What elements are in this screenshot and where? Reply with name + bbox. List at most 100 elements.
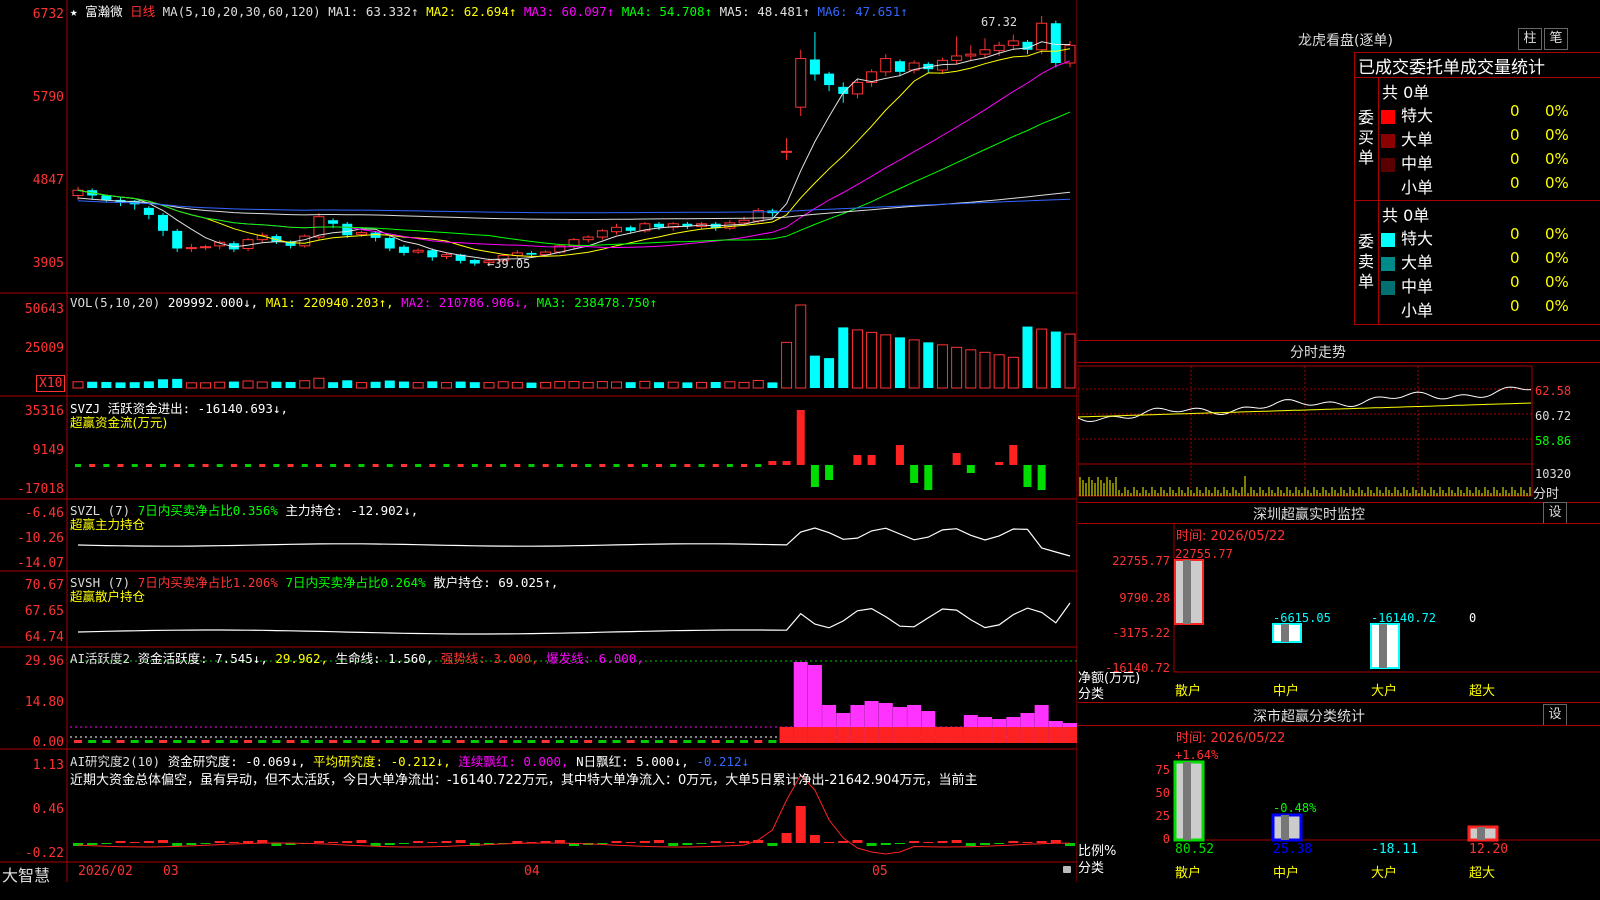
- ai2-bar: [243, 841, 254, 843]
- ai1-bar: [456, 740, 465, 743]
- ai2-bar: [87, 843, 98, 845]
- ai2-bar: [186, 843, 197, 845]
- ai1-bar: [935, 727, 950, 743]
- column-view-button[interactable]: 柱: [1518, 28, 1542, 50]
- volume-bar: [568, 381, 580, 389]
- dragon-title: 龙虎看盘(逐单): [1298, 33, 1393, 49]
- dragon-row-value: 0: [1510, 249, 1520, 267]
- candle-body: [398, 246, 409, 253]
- ai1-bar: [850, 727, 865, 743]
- svzj-bar: [810, 465, 819, 487]
- svzj-bar: [670, 464, 677, 467]
- ma-line-1: [77, 41, 1070, 261]
- dragon-row-value: 0: [1510, 297, 1520, 315]
- volume-bar: [639, 380, 651, 389]
- ai1-bar: [740, 740, 749, 743]
- intraday-panel[interactable]: 分时走势 62.58 60.72 58.86 10320 分时: [1078, 340, 1600, 502]
- ai1-bar: [711, 740, 720, 743]
- ai2-bar: [696, 843, 707, 844]
- svzj-bar: [145, 464, 152, 467]
- buy-side-label: 委买单: [1358, 108, 1375, 167]
- volume-bar: [596, 381, 608, 389]
- ai1-bar: [513, 740, 522, 743]
- ai1-bar: [612, 740, 621, 743]
- ai1-bar: [541, 740, 550, 743]
- svzj-bar: [500, 464, 507, 467]
- sell-total: 共 0单: [1382, 206, 1430, 225]
- ai1-bar: [598, 740, 607, 743]
- svsh-pct1: 7日内买卖净占比1.206%: [137, 575, 278, 590]
- period-label[interactable]: 日线: [130, 4, 155, 19]
- ai2-analysis-text: 近期大资金总体偏空，虽有异动，但不太活跃，今日大单净流出：-16140.722万…: [70, 773, 978, 788]
- svzj-bar: [188, 464, 195, 467]
- class-bar-top-label: +1.64%: [1175, 748, 1219, 762]
- ai2-ndays: N日飘红: 5.000↓,: [576, 754, 689, 769]
- divider: [1078, 340, 1600, 341]
- sell-side-label: 委卖单: [1358, 232, 1375, 291]
- intraday-tick-1: 62.58: [1535, 384, 1572, 398]
- ai2-bar: [951, 840, 962, 843]
- candle-body: [526, 252, 537, 255]
- candle-body: [328, 220, 339, 224]
- sz-y-tick: 9790.28: [1119, 591, 1170, 605]
- sz-axis-label-2: 分类: [1078, 687, 1105, 702]
- dragon-row-pct: 0%: [1545, 249, 1569, 267]
- candle-body: [143, 207, 154, 215]
- dragon-row-pct: 0%: [1545, 150, 1569, 168]
- divider: [1354, 77, 1600, 78]
- low-price-label: ←39.05: [487, 257, 531, 271]
- sz-monitor-category: 超大: [1469, 684, 1495, 699]
- svzj-bar: [528, 464, 535, 467]
- dragon-row-name: 大单: [1401, 253, 1434, 272]
- price-header: ★ 富瀚微 日线 MA(5,10,20,30,60,120) MA1: 63.3…: [70, 1, 908, 20]
- ai2-bar: [654, 840, 665, 843]
- svzj-bar: [301, 464, 308, 467]
- svzj-bar: [386, 464, 393, 467]
- svzj-bar: [726, 464, 733, 467]
- volume-bar: [781, 341, 793, 389]
- ai1-bar: [159, 740, 168, 743]
- ai1-bar: [1048, 727, 1063, 743]
- volume-bar: [767, 382, 778, 388]
- ai2-bar: [894, 843, 905, 844]
- dragon-row-name: 中单: [1401, 154, 1434, 173]
- sz-monitor-category: 中户: [1273, 683, 1299, 699]
- class-y-tick: 0: [1163, 832, 1170, 846]
- svzj-bar: [471, 464, 478, 467]
- svzj-bar: [768, 461, 777, 465]
- stroke-view-button[interactable]: 笔: [1544, 28, 1568, 50]
- svzj-bar: [174, 464, 181, 467]
- dragon-row-pct: 0%: [1545, 174, 1569, 192]
- ai1-tick-3: 0.00: [32, 735, 64, 750]
- ai2-bar: [101, 843, 112, 844]
- ai2-bar: [809, 835, 820, 843]
- dragon-row-name: 中单: [1401, 277, 1434, 296]
- sz-monitor-value: -16140.72: [1371, 611, 1436, 625]
- lock-icon[interactable]: [1063, 866, 1071, 873]
- svzj-bar: [712, 464, 719, 467]
- main-chart-area[interactable]: 6732 5790 4847 3905 ★ 富瀚微 日线 MA(5,10,20,…: [0, 0, 1077, 885]
- svzj-bar: [315, 464, 322, 467]
- volume-bar: [355, 382, 367, 389]
- class-bar-value: 12.20: [1469, 842, 1508, 857]
- volume-bar: [214, 381, 226, 389]
- svzj-bar: [358, 464, 365, 467]
- volume-bar: [540, 381, 552, 389]
- vol-tick-1: 50643: [24, 302, 64, 317]
- ai2-tick-3: -0.22: [24, 846, 64, 861]
- volume-bar: [866, 331, 878, 389]
- candle-body: [1036, 22, 1048, 51]
- dragon-row-name: 特大: [1401, 106, 1434, 125]
- star-icon[interactable]: ★: [70, 4, 78, 19]
- svsh-holding: 散户持仓: 69.025↑,: [433, 575, 559, 590]
- ai2-bar: [639, 841, 650, 843]
- svzj-bar: [457, 464, 464, 467]
- volume-bar: [129, 382, 140, 388]
- candle-body: [738, 219, 750, 224]
- svzj-bar: [415, 464, 422, 467]
- ai2-bar: [427, 842, 438, 843]
- price-chart-svg[interactable]: [0, 0, 1077, 882]
- volume-bar: [809, 355, 820, 388]
- intraday-label: 分时: [1533, 487, 1560, 502]
- ai1-bar: [864, 727, 879, 743]
